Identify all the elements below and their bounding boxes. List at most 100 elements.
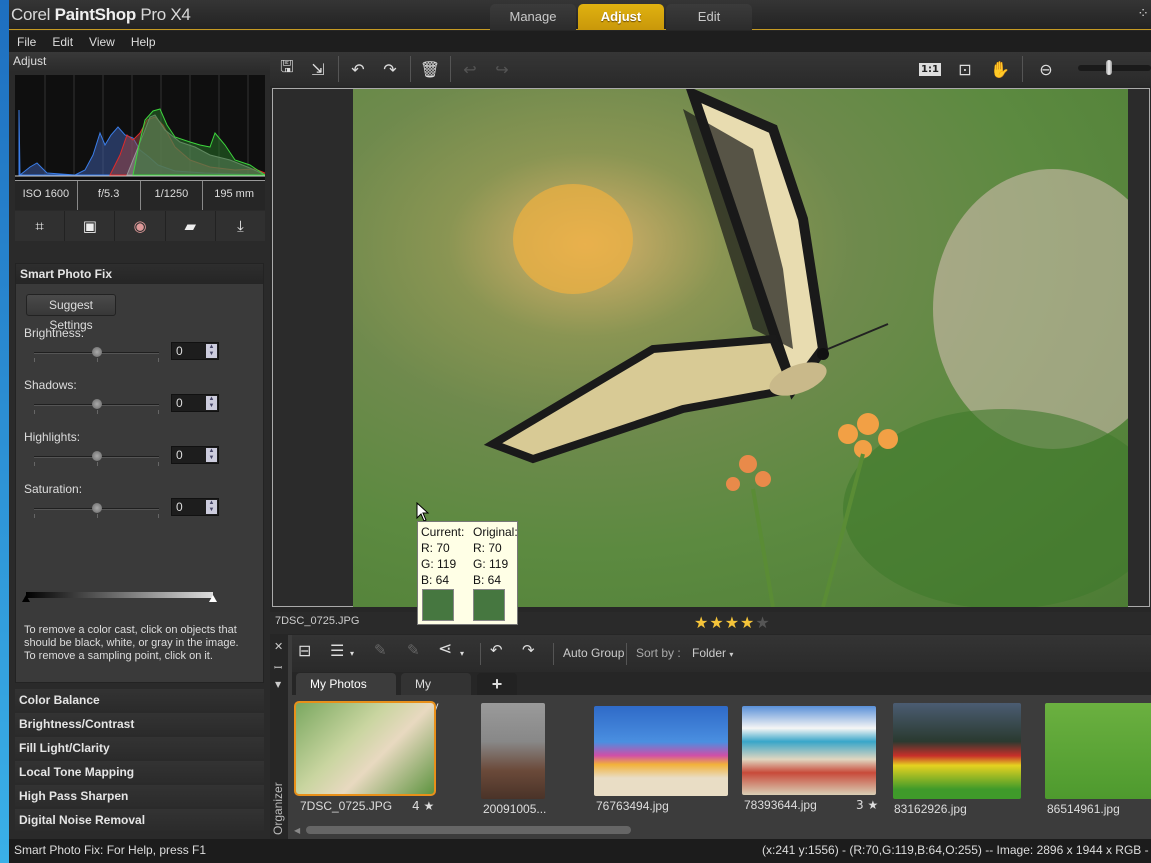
close-icon[interactable]: ✕ [274,640,283,653]
menu-edit[interactable]: Edit [44,35,81,49]
brightness-spinbox[interactable]: 0 ▲ ▼ [171,342,219,360]
black-point-marker[interactable] [22,595,30,602]
tab-edit[interactable]: Edit [666,4,752,30]
dropdown-icon[interactable]: ▾ [350,649,354,658]
shadows-spinbox[interactable]: 0 ▲ ▼ [171,394,219,412]
zoom-out-icon[interactable]: ⊖ [1034,57,1058,81]
rating-star-icon[interactable]: ★ [725,613,740,632]
rating-star-icon[interactable]: ★ [709,613,724,632]
highlights-slider[interactable] [34,451,159,461]
scroll-left-icon[interactable]: ◀ [294,826,300,835]
tooltip-current: Current: R: 70 G: 119 B: 64 [421,524,464,588]
tab-my-tray[interactable]: My Tray [401,673,471,713]
rotate-left-icon[interactable]: ↶ [490,641,503,659]
sort-by-dropdown[interactable]: Folder ▾ [692,646,733,660]
menu-help[interactable]: Help [123,35,164,49]
rotate-right-icon[interactable]: ↷ [378,57,402,81]
current-r: R: 70 [421,541,450,555]
zoom-slider[interactable] [1078,60,1151,75]
quick-review-icon[interactable]: ✎ [407,641,420,659]
spin-arrows-icon[interactable]: ▲ ▼ [206,448,217,462]
brightness-label: Brightness: [24,326,85,340]
saturation-spinbox[interactable]: 0 ▲ ▼ [171,498,219,516]
adjust-accordion: Color Balance Brightness/Contrast Fill L… [15,689,264,833]
thumbnail-name: 20091005... [483,802,547,816]
updates-icon[interactable]: ⁘ [1137,6,1149,22]
smart-photo-fix-header[interactable]: Smart Photo Fix [16,264,263,284]
edit-brush-icon[interactable]: ✎ [374,641,387,659]
thumbnail-image[interactable] [742,706,876,795]
accordion-color-balance[interactable]: Color Balance [15,689,264,711]
rating-stars[interactable]: ★★★★★ [694,613,771,632]
original-g: G: 119 [473,557,509,571]
exif-shutter: 1/1250 [141,181,204,210]
red-eye-icon[interactable]: ◉ [115,211,166,241]
image-canvas[interactable] [272,88,1150,607]
info-view-icon[interactable]: ☰ [330,641,344,661]
auto-group-button[interactable]: Auto Group [563,646,624,660]
fix-icon[interactable]: ▰ [166,211,216,241]
share-icon[interactable]: ⋖ [438,639,452,659]
pin-icon[interactable]: ꟷ [274,660,282,674]
accordion-brightness-contrast[interactable]: Brightness/Contrast [15,713,264,735]
rotate-left-icon[interactable]: ↶ [346,57,370,81]
brightness-slider[interactable] [34,347,159,357]
delete-icon[interactable]: 🗑 [418,57,442,81]
navigation-icon[interactable]: ⊟ [298,641,311,661]
original-r: R: 70 [473,541,502,555]
save-icon[interactable]: 🖫 [275,57,299,81]
thumbnail-image[interactable] [294,701,436,796]
highlights-spinbox[interactable]: 0 ▲ ▼ [171,446,219,464]
suggest-settings-button[interactable]: Suggest Settings [26,294,116,332]
brightness-slider-thumb[interactable] [91,347,102,357]
white-point-marker[interactable] [209,595,217,602]
thumbnail-name: 78393644.jpg [744,798,817,812]
thumbnail-image[interactable] [594,706,728,796]
menu-file[interactable]: File [9,35,44,49]
spin-arrows-icon[interactable]: ▲ ▼ [206,396,217,410]
status-help: Smart Photo Fix: For Help, press F1 [14,843,207,857]
accordion-digital-noise-removal[interactable]: Digital Noise Removal [15,809,264,831]
highlights-slider-thumb[interactable] [91,451,102,461]
shadows-slider-thumb[interactable] [91,399,102,409]
dropdown-icon[interactable]: ▼ [275,680,281,689]
dropdown-icon[interactable]: ▾ [460,649,464,658]
rating-star-icon[interactable]: ★ [755,613,770,632]
thumbnail-image[interactable] [1045,703,1151,799]
organizer-toolbar: ⊟ ☰ ▾ ✎ ✎ ⋖ ▾ ↶ ↷ Auto Group Sort by : F… [292,635,1151,672]
pan-icon[interactable]: ✋ [988,57,1012,81]
redo-icon[interactable]: ↪ [490,57,514,81]
title-prefix: Corel [11,5,55,24]
thumbnail-image[interactable] [481,703,545,799]
spin-arrows-icon[interactable]: ▲ ▼ [206,500,217,514]
straighten-photo-icon[interactable]: ▣ [65,211,116,241]
accordion-high-pass-sharpen[interactable]: High Pass Sharpen [15,785,264,807]
add-tab-button[interactable]: + [477,673,517,695]
accordion-fill-light-clarity[interactable]: Fill Light/Clarity [15,737,264,759]
save-as-icon[interactable]: ⇲ [306,57,330,81]
rotate-right-icon[interactable]: ↷ [522,641,535,659]
actual-size-icon[interactable]: 1:1 [919,62,941,76]
accordion-local-tone-mapping[interactable]: Local Tone Mapping [15,761,264,783]
spin-arrows-icon[interactable]: ▲ ▼ [206,344,217,358]
thumbnail-image[interactable] [893,703,1021,799]
fit-window-icon[interactable]: ⊡ [953,57,977,81]
crop-icon[interactable]: ⌗ [15,211,66,241]
menu-view[interactable]: View [81,35,123,49]
tab-adjust[interactable]: Adjust [578,4,664,30]
depth-of-field-icon[interactable]: ⤓ [216,211,265,241]
undo-icon[interactable]: ↩ [458,57,482,81]
shadows-slider[interactable] [34,399,159,409]
black-white-point-bar[interactable] [26,592,213,598]
zoom-slider-thumb[interactable] [1106,60,1112,75]
tab-manage[interactable]: Manage [490,4,576,30]
horizontal-scrollbar[interactable] [306,826,631,834]
thumbnail-strip: 7DSC_0725.JPG 4 ★ 20091005... 76763494.j… [292,698,1151,823]
rating-star-icon[interactable]: ★ [740,613,755,632]
rating-star-icon[interactable]: ★ [694,613,709,632]
saturation-slider-thumb[interactable] [91,503,102,513]
title-bold: PaintShop [54,5,137,24]
current-g: G: 119 [421,557,457,571]
saturation-slider[interactable] [34,503,159,513]
tab-my-photos[interactable]: My Photos (17) [296,673,396,713]
